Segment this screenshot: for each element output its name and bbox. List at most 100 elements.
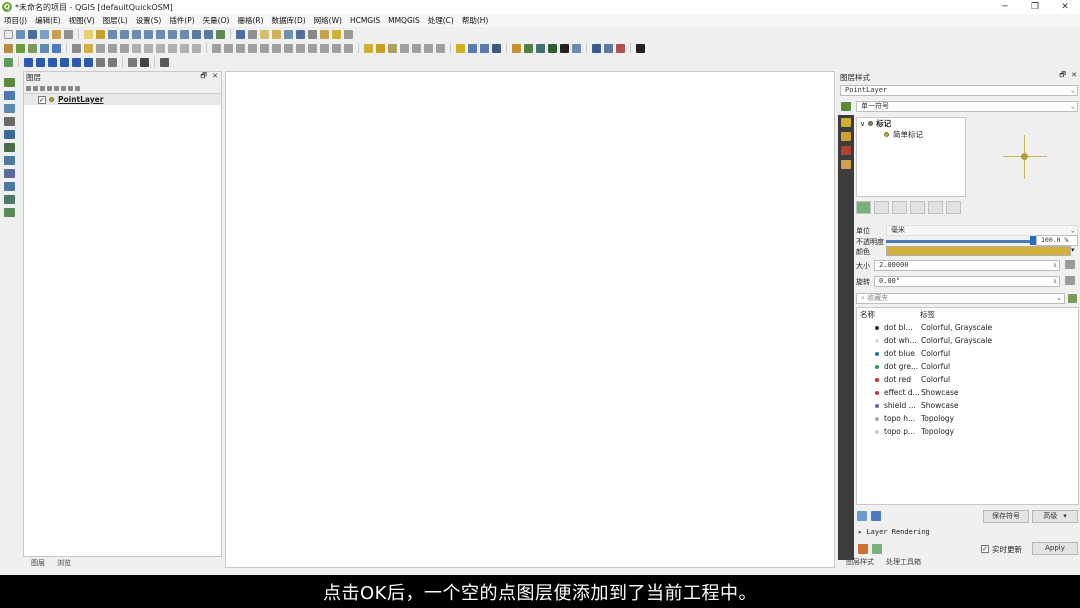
- redo-icon[interactable]: [192, 43, 201, 53]
- copy-features-icon[interactable]: [156, 43, 165, 53]
- add-part-icon[interactable]: [272, 43, 281, 53]
- layer-rendering-section[interactable]: ▸ Layer Rendering: [858, 528, 930, 536]
- select-value-icon[interactable]: [272, 29, 281, 39]
- rotation-spinbox[interactable]: 0.00° ⇕: [874, 276, 1060, 287]
- simplify-icon[interactable]: [248, 43, 257, 53]
- zoom-out-icon[interactable]: [120, 29, 129, 39]
- symbology-tab-icon[interactable]: [841, 118, 851, 127]
- tab-processing-toolbox[interactable]: 处理工具箱: [886, 557, 921, 567]
- star-icon[interactable]: [24, 57, 33, 67]
- map-canvas[interactable]: [225, 71, 835, 568]
- symbol-list-item[interactable]: topo h... Topology: [857, 412, 1078, 425]
- maximize-button[interactable]: ❐: [1018, 0, 1052, 14]
- menu-hcmgis[interactable]: HCMGIS: [346, 16, 384, 25]
- add-delimited-text-icon[interactable]: [4, 117, 15, 126]
- menu-processing[interactable]: 处理(C): [424, 15, 458, 26]
- paste-features-icon[interactable]: [168, 43, 177, 53]
- apply-button[interactable]: Apply: [1032, 542, 1078, 555]
- collapse-all-icon[interactable]: [68, 85, 73, 91]
- action-icon[interactable]: [248, 29, 257, 39]
- pan-to-selection-icon[interactable]: [96, 29, 105, 39]
- menu-view[interactable]: 视图(V): [65, 15, 99, 26]
- add-wfs-icon[interactable]: [4, 182, 15, 191]
- stretch-icon[interactable]: [480, 43, 489, 53]
- layout-icon[interactable]: [128, 57, 137, 67]
- expand-all-icon[interactable]: [61, 85, 66, 91]
- data-source-manager-icon[interactable]: [4, 43, 13, 53]
- rectangle-icon[interactable]: [72, 57, 81, 67]
- move-up-icon[interactable]: [928, 201, 943, 214]
- layer-name[interactable]: PointLayer: [58, 95, 103, 104]
- add-symbol-layer-icon[interactable]: [856, 201, 871, 214]
- rotate-label-icon[interactable]: [412, 43, 421, 53]
- redo-style-icon[interactable]: [872, 544, 882, 554]
- hcmgis-icon[interactable]: [616, 43, 625, 53]
- text-annotation-icon[interactable]: [344, 29, 353, 39]
- globe-icon[interactable]: [536, 43, 545, 53]
- rotate-feature-icon[interactable]: [236, 43, 245, 53]
- arc-icon[interactable]: [48, 57, 57, 67]
- tab-layers[interactable]: 图层: [31, 558, 45, 568]
- pin-label-icon[interactable]: [376, 43, 385, 53]
- menu-layer[interactable]: 图层(L): [99, 15, 132, 26]
- menu-mmqgis[interactable]: MMQGIS: [384, 16, 424, 25]
- more-tools-icon[interactable]: [140, 57, 149, 67]
- symbol-list-item[interactable]: effect d... Showcase: [857, 386, 1078, 399]
- add-group-icon[interactable]: [33, 85, 38, 91]
- layout-manager-icon[interactable]: [64, 29, 73, 39]
- spin-arrows-icon[interactable]: ⇕: [1053, 277, 1057, 286]
- symbol-list-item[interactable]: dot gre... Colorful: [857, 360, 1078, 373]
- measure-icon[interactable]: [320, 29, 329, 39]
- add-wms-icon[interactable]: [4, 169, 15, 178]
- live-update-checkbox[interactable]: ✓: [981, 545, 989, 553]
- opacity-slider[interactable]: [886, 240, 1032, 243]
- add-spatialite-icon[interactable]: [4, 130, 15, 139]
- new-map-view-icon[interactable]: [192, 29, 201, 39]
- table-icon[interactable]: [108, 57, 117, 67]
- save-as-icon[interactable]: [40, 29, 49, 39]
- pan-icon[interactable]: [84, 29, 93, 39]
- delete-selected-icon[interactable]: [132, 43, 141, 53]
- menu-database[interactable]: 数据库(D): [268, 15, 310, 26]
- zoom-in-icon[interactable]: [108, 29, 117, 39]
- save-edits-icon[interactable]: [96, 43, 105, 53]
- diagram-icon[interactable]: [436, 43, 445, 53]
- symbology-icon[interactable]: [841, 102, 851, 111]
- open-styling-icon[interactable]: [26, 85, 31, 91]
- change-label-icon[interactable]: [424, 43, 433, 53]
- layer-select-combo[interactable]: PointLayer ⌄: [840, 85, 1078, 96]
- remove-layer-icon[interactable]: [75, 85, 80, 91]
- tab-layer-styling[interactable]: 图层样式: [846, 557, 874, 567]
- attribute-table-icon[interactable]: [284, 29, 293, 39]
- save-project-icon[interactable]: [28, 29, 37, 39]
- icon-view-icon[interactable]: [857, 511, 867, 521]
- heatmap-icon[interactable]: [492, 43, 501, 53]
- vertex-tool-icon[interactable]: [120, 43, 129, 53]
- add-ring-icon[interactable]: [260, 43, 269, 53]
- save-symbol-button[interactable]: 保存符号: [983, 510, 1029, 523]
- close-panel-icon[interactable]: ✕: [1071, 71, 1077, 79]
- zoom-full-icon[interactable]: [132, 29, 141, 39]
- new-shapefile-icon[interactable]: [28, 43, 37, 53]
- new-temp-layer-icon[interactable]: [52, 43, 61, 53]
- split-features-icon[interactable]: [332, 43, 341, 53]
- add-layer-icon[interactable]: [4, 57, 13, 67]
- lock-color-icon[interactable]: [892, 201, 907, 214]
- georeferencer-icon[interactable]: [456, 43, 465, 53]
- add-mesh-layer-icon[interactable]: [4, 104, 15, 113]
- mmqgis-icon[interactable]: [604, 43, 613, 53]
- menu-plugins[interactable]: 插件(P): [165, 15, 198, 26]
- open-project-icon[interactable]: [16, 29, 25, 39]
- layer-visibility-checkbox[interactable]: ✓: [38, 95, 46, 104]
- advanced-digitize-icon[interactable]: [224, 43, 233, 53]
- size-spinbox[interactable]: 2.00000 ⇕: [874, 260, 1060, 271]
- diagrams-tab-icon[interactable]: [841, 146, 851, 155]
- delete-ring-icon[interactable]: [296, 43, 305, 53]
- add-raster-layer-icon[interactable]: [4, 91, 15, 100]
- data-defined-override-icon[interactable]: [1065, 276, 1075, 285]
- new-spatialite-icon[interactable]: [40, 43, 49, 53]
- menu-web[interactable]: 网络(W): [310, 15, 346, 26]
- menu-settings[interactable]: 设置(S): [132, 15, 166, 26]
- add-vector-layer-icon[interactable]: [4, 78, 15, 87]
- favorites-search[interactable]: ⌕ 收藏夹 ⌄: [856, 293, 1065, 304]
